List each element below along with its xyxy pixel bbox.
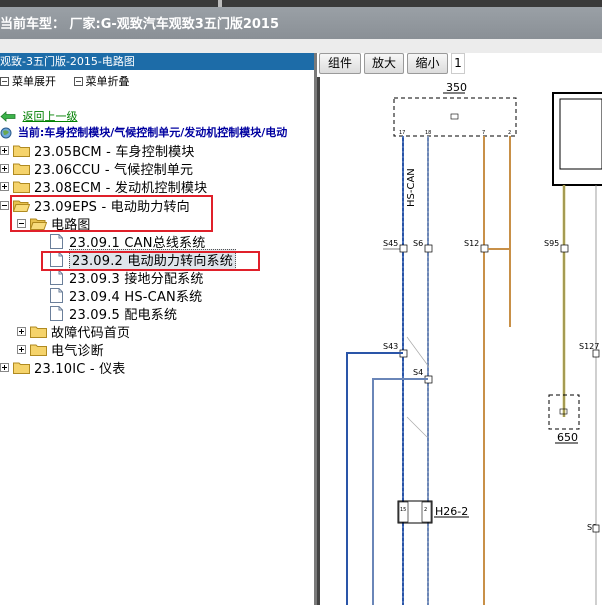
tree-item-label: 23.09.4 HS-CAN系统 [69, 289, 203, 305]
tree-item-ecm[interactable]: 23.08ECM - 发动机控制模块 [0, 177, 208, 196]
back-link[interactable]: 返回上一级 [23, 110, 78, 123]
current-path-text: 当前:车身控制模块/气候控制单元/发动机控制模块/电动 [17, 126, 288, 139]
zoom-in-button[interactable]: 放大 [364, 53, 404, 74]
tree-item-hscan[interactable]: 23.09.4 HS-CAN系统 [50, 286, 203, 305]
splice-s95: S95 [544, 239, 559, 248]
expand-toggle[interactable] [0, 181, 9, 191]
collapse-toggle[interactable] [0, 200, 9, 210]
folder-icon [13, 362, 30, 374]
right-panel: 组件 放大 缩小 1 350 17 18 7 2 HS-CAN S45 S6 S… [317, 53, 602, 605]
expand-menu-label: 菜单展开 [12, 75, 56, 88]
tree-item-ic[interactable]: 23.10IC - 仪表 [0, 358, 126, 377]
tree-item-power[interactable]: 23.09.5 配电系统 [50, 304, 178, 323]
expand-menu-button[interactable]: 菜单展开 [0, 73, 56, 89]
back-row[interactable]: 返回上一级 [0, 108, 78, 124]
document-icon [50, 305, 63, 321]
top-strip [0, 0, 602, 7]
pin-7: 7 [482, 130, 485, 136]
wire-s4-branch [372, 378, 428, 605]
zoom-out-button[interactable]: 缩小 [407, 53, 448, 74]
splice-s127: S127 [579, 342, 599, 351]
splice-s9-node [592, 524, 600, 533]
expand-icon [0, 76, 9, 86]
tree-item-label: 23.05BCM - 车身控制模块 [34, 144, 195, 160]
splice-s6-node [424, 244, 433, 253]
connector-350-symbol [450, 113, 459, 120]
document-icon [50, 233, 63, 249]
highlight-box-selected [41, 251, 260, 271]
connector-right-inner [559, 98, 602, 170]
connector-h26-label: H26-2 [435, 505, 468, 518]
pin-2: 2 [508, 130, 511, 136]
connector-650-label: 650 [557, 431, 578, 444]
header-gap [0, 39, 602, 53]
splice-s43: S43 [383, 342, 398, 351]
collapse-menu-button[interactable]: 菜单折叠 [73, 73, 130, 89]
expand-toggle[interactable] [17, 344, 26, 354]
circuit-diagram[interactable]: 350 17 18 7 2 HS-CAN S45 S6 S12 S95 S43 … [317, 77, 602, 605]
pin-18: 18 [425, 130, 431, 136]
splice-s45: S45 [383, 239, 398, 248]
tree-item-ccu[interactable]: 23.06CCU - 气候控制单元 [0, 159, 194, 178]
wire-s43-branch [346, 352, 403, 605]
expand-toggle[interactable] [0, 362, 9, 372]
current-path: 当前:车身控制模块/气候控制单元/发动机控制模块/电动 [0, 124, 287, 140]
tree-item-label: 23.06CCU - 气候控制单元 [34, 162, 194, 178]
document-icon [50, 269, 63, 285]
folder-icon [30, 326, 47, 338]
splice-s4: S4 [413, 368, 423, 377]
collapse-menu-label: 菜单折叠 [85, 75, 130, 88]
wire-cross-hint-2 [406, 416, 428, 438]
wire-cross-hint [406, 336, 430, 368]
expand-toggle[interactable] [0, 145, 9, 155]
back-arrow-icon [0, 110, 16, 122]
hscan-label: HS-CAN [406, 168, 417, 207]
page-number: 1 [451, 53, 465, 74]
left-panel: 观致-3五门版-2015-电路图 菜单展开 菜单折叠 返回上一级 当前:车身控制… [0, 53, 314, 605]
pin-17: 17 [399, 130, 405, 136]
globe-icon [0, 127, 12, 139]
tree-item-label: 23.10IC - 仪表 [34, 361, 126, 377]
tree-item-can-bus[interactable]: 23.09.1 CAN总线系统 [50, 232, 205, 251]
connector-350-box [393, 97, 517, 137]
folder-icon [13, 181, 30, 193]
tree-item-dtc[interactable]: 故障代码首页 [17, 322, 131, 341]
header-bar: 当前车型： 厂家:G-观致汽车观致3五门版2015 [0, 7, 602, 39]
splice-s6: S6 [413, 239, 423, 248]
pin-15: 15 [400, 507, 406, 513]
tree-item-label: 23.09.5 配电系统 [69, 307, 178, 323]
tree-item-diagnosis[interactable]: 电气诊断 [17, 340, 104, 359]
document-icon [50, 287, 63, 303]
connector-350-label: 350 [446, 81, 467, 94]
collapse-icon [73, 76, 83, 86]
expand-toggle[interactable] [0, 163, 9, 173]
splice-s95-node [560, 244, 569, 253]
splice-s127-node [592, 349, 600, 358]
expand-toggle[interactable] [17, 326, 26, 336]
tree-item-label: 23.08ECM - 发动机控制模块 [34, 180, 208, 196]
folder-icon [13, 163, 30, 175]
folder-icon [13, 145, 30, 157]
highlight-box-eps [10, 195, 213, 232]
header-title: 当前车型： 厂家:G-观致汽车观致3五门版2015 [0, 17, 280, 32]
pin-2b: 2 [424, 507, 427, 513]
tree-item-label: 电气诊断 [51, 343, 104, 359]
splice-s12: S12 [464, 239, 479, 248]
tree-item-label: 故障代码首页 [51, 325, 131, 341]
diagram-toolbar: 组件 放大 缩小 1 [317, 53, 602, 75]
tree-item-bcm[interactable]: 23.05BCM - 车身控制模块 [0, 141, 195, 160]
splice-s12-node [480, 244, 489, 253]
component-button[interactable]: 组件 [319, 53, 361, 74]
menu-row: 菜单展开 菜单折叠 [0, 73, 144, 91]
tab-separator [218, 0, 222, 7]
panel-title: 观致-3五门版-2015-电路图 [0, 53, 314, 70]
folder-icon [30, 344, 47, 356]
splice-s45-node [399, 244, 408, 253]
